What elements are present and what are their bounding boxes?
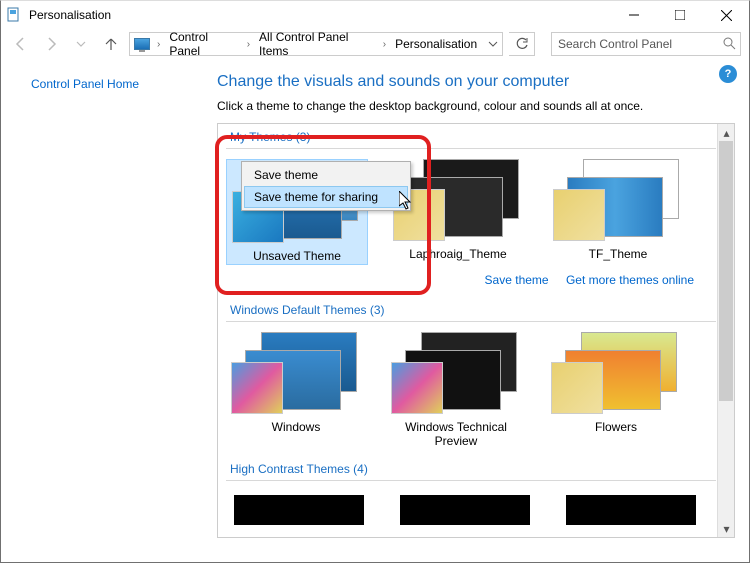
theme-label: Unsaved Theme [253, 249, 341, 263]
search-icon [722, 36, 736, 53]
high-contrast-row [226, 491, 716, 529]
page-heading: Change the visuals and sounds on your co… [217, 73, 735, 91]
window-title: Personalisation [29, 8, 611, 22]
menu-save-theme[interactable]: Save theme [244, 164, 408, 186]
personalisation-window: Personalisation › Control Panel › All Co… [0, 0, 750, 563]
hc-theme-thumb[interactable] [234, 495, 364, 525]
up-button[interactable] [99, 32, 123, 56]
my-themes-links: Save theme Get more themes online [226, 271, 716, 297]
address-dropdown[interactable] [483, 33, 502, 55]
get-more-themes-link[interactable]: Get more themes online [566, 273, 694, 287]
refresh-button[interactable] [509, 32, 535, 56]
navigation-row: › Control Panel › All Control Panel Item… [1, 29, 749, 59]
theme-label: Windows [272, 420, 321, 434]
theme-tf[interactable]: TF_Theme [548, 159, 688, 265]
search-placeholder: Search Control Panel [558, 37, 672, 51]
scrollbar[interactable]: ▴ ▾ [717, 124, 734, 537]
recent-dropdown[interactable] [69, 32, 93, 56]
high-contrast-header: High Contrast Themes (4) [226, 456, 716, 481]
address-bar[interactable]: › Control Panel › All Control Panel Item… [129, 32, 503, 56]
theme-flowers[interactable]: Flowers [546, 332, 686, 448]
hc-theme-thumb[interactable] [566, 495, 696, 525]
scroll-down-button[interactable]: ▾ [718, 520, 735, 537]
theme-label: TF_Theme [589, 247, 648, 261]
help-button[interactable]: ? [719, 65, 737, 83]
maximize-button[interactable] [657, 1, 703, 29]
menu-save-theme-for-sharing[interactable]: Save theme for sharing [244, 186, 408, 208]
titlebar: Personalisation [1, 1, 749, 29]
close-button[interactable] [703, 1, 749, 29]
minimize-button[interactable] [611, 1, 657, 29]
save-theme-link[interactable]: Save theme [485, 273, 549, 287]
theme-windows[interactable]: Windows [226, 332, 366, 448]
my-themes-header: My Themes (3) [226, 124, 716, 149]
context-menu: Save theme Save theme for sharing [241, 161, 411, 211]
theme-label: Flowers [595, 420, 637, 434]
breadcrumb-all-items[interactable]: All Control Panel Items [253, 33, 380, 55]
back-button[interactable] [9, 32, 33, 56]
forward-button[interactable] [39, 32, 63, 56]
sidebar: Control Panel Home [1, 59, 191, 562]
breadcrumb-control-panel[interactable]: Control Panel [163, 33, 243, 55]
default-themes-header: Windows Default Themes (3) [226, 297, 716, 322]
main-content: Change the visuals and sounds on your co… [191, 59, 749, 562]
cursor-icon [399, 191, 415, 214]
app-icon [7, 7, 23, 23]
scrollbar-thumb[interactable] [719, 141, 733, 401]
chevron-right-icon[interactable]: › [157, 39, 160, 50]
page-subheading: Click a theme to change the desktop back… [217, 99, 735, 113]
chevron-right-icon[interactable]: › [247, 39, 250, 50]
search-input[interactable]: Search Control Panel [551, 32, 741, 56]
control-panel-home-link[interactable]: Control Panel Home [31, 77, 139, 91]
hc-theme-thumb[interactable] [400, 495, 530, 525]
default-themes-row: Windows Windows Technical Preview [226, 332, 716, 448]
breadcrumb-personalisation[interactable]: Personalisation [389, 33, 483, 55]
theme-label: Windows Technical Preview [391, 420, 521, 448]
chevron-right-icon[interactable]: › [383, 39, 386, 50]
scroll-up-button[interactable]: ▴ [718, 124, 735, 141]
theme-windows-technical-preview[interactable]: Windows Technical Preview [386, 332, 526, 448]
theme-label: Laphroaig_Theme [409, 247, 506, 261]
breadcrumb-root-icon[interactable] [130, 33, 154, 55]
